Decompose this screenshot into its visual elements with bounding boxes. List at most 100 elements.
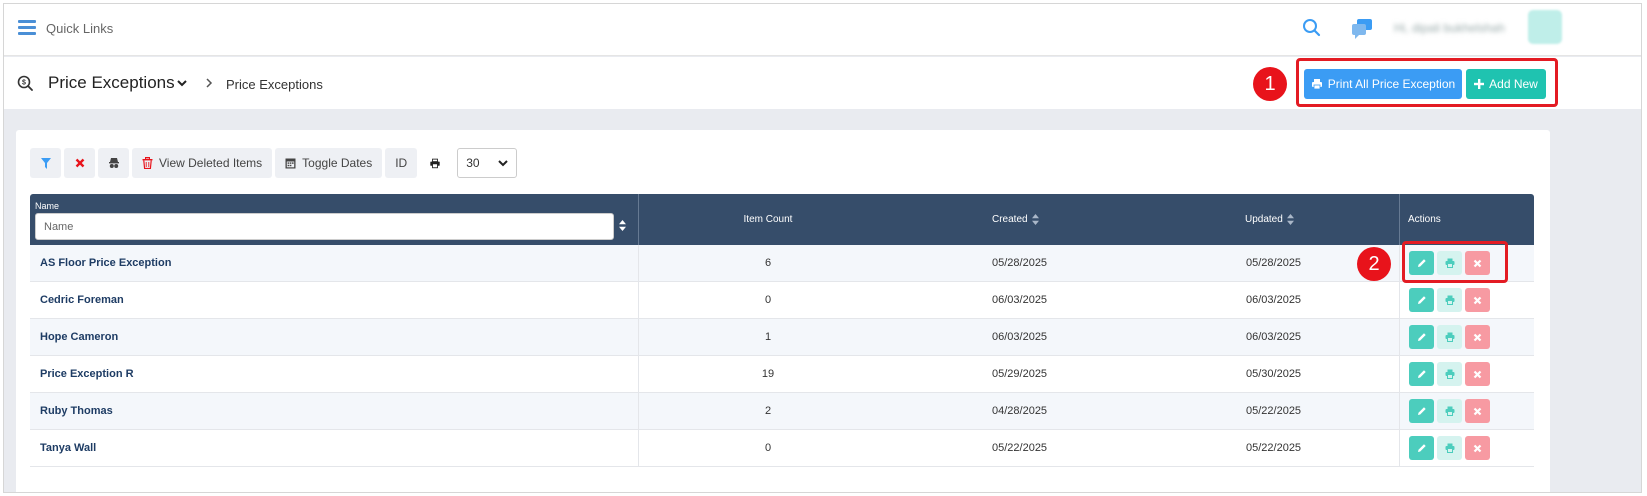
menu-icon[interactable] xyxy=(18,20,36,35)
filter-icon xyxy=(40,157,51,169)
column-header-updated[interactable]: Updated xyxy=(1245,194,1294,245)
print-button[interactable] xyxy=(420,148,450,178)
cell-name[interactable]: Ruby Thomas xyxy=(40,393,113,429)
cell-created: 06/03/2025 xyxy=(992,331,1048,343)
top-bar: Quick Links Hi, dipali bukhelshah xyxy=(4,4,1641,56)
filter-button[interactable] xyxy=(30,148,61,178)
svg-text:$: $ xyxy=(22,80,26,87)
user-name[interactable]: Hi, dipali bukhelshah xyxy=(1394,21,1505,35)
chevron-down-icon[interactable] xyxy=(176,77,188,89)
delete-button[interactable] xyxy=(1465,325,1490,349)
highlight-box-2 xyxy=(1402,241,1508,283)
cell-name[interactable]: Cedric Foreman xyxy=(40,282,124,318)
print-row-button[interactable] xyxy=(1437,399,1462,423)
delete-button[interactable] xyxy=(1465,362,1490,386)
print-icon xyxy=(1445,295,1454,305)
cell-created: 05/29/2025 xyxy=(992,368,1048,380)
chevron-down-icon xyxy=(498,159,508,166)
clear-filter-icon xyxy=(75,158,84,168)
sort-icon[interactable] xyxy=(619,220,626,231)
delete-button[interactable] xyxy=(1465,288,1490,312)
cell-item-count: 1 xyxy=(764,331,772,343)
toggle-dates-label: Toggle Dates xyxy=(302,156,373,170)
sort-icon xyxy=(1286,214,1294,225)
name-filter-input[interactable]: Name xyxy=(35,213,614,240)
edit-icon xyxy=(1417,444,1426,452)
delete-icon xyxy=(1473,444,1482,452)
table-row: Tanya Wall 0 05/22/2025 05/22/2025 xyxy=(30,430,1534,467)
cell-item-count: 0 xyxy=(764,442,772,454)
cell-item-count: 2 xyxy=(764,405,772,417)
print-icon xyxy=(1445,369,1454,379)
row-actions xyxy=(1409,282,1490,318)
add-new-button[interactable]: Add New xyxy=(1466,69,1546,99)
print-all-button[interactable]: Print All Price Exception xyxy=(1304,69,1462,99)
print-icon xyxy=(1311,79,1322,90)
cell-name[interactable]: Hope Cameron xyxy=(40,319,118,355)
page-title: Price Exceptions xyxy=(48,73,175,92)
price-tag-icon: $ xyxy=(17,75,33,91)
edit-button[interactable] xyxy=(1409,399,1434,423)
trash-icon xyxy=(142,157,153,169)
row-actions xyxy=(1409,430,1490,466)
search-icon[interactable] xyxy=(1302,18,1322,38)
add-new-label: Add New xyxy=(1489,77,1538,91)
edit-icon xyxy=(1417,296,1426,304)
column-header-actions: Actions xyxy=(1408,214,1441,225)
cell-updated: 05/22/2025 xyxy=(1246,442,1302,454)
cell-created: 05/28/2025 xyxy=(992,257,1048,269)
row-actions xyxy=(1409,356,1490,392)
toggle-dates-button[interactable]: Toggle Dates xyxy=(275,148,383,178)
edit-button[interactable] xyxy=(1409,362,1434,386)
clear-filter-button[interactable] xyxy=(64,148,95,178)
cell-name[interactable]: Tanya Wall xyxy=(40,430,96,466)
spy-icon xyxy=(108,158,119,168)
table-row: Cedric Foreman 0 06/03/2025 06/03/2025 xyxy=(30,282,1534,319)
avatar[interactable] xyxy=(1528,10,1562,44)
id-toggle-button[interactable]: ID xyxy=(385,148,418,178)
row-actions xyxy=(1409,393,1490,429)
cell-updated: 05/30/2025 xyxy=(1246,368,1302,380)
table-header: Name Name Item Count Created Updated Act… xyxy=(30,194,1534,245)
edit-button[interactable] xyxy=(1409,436,1434,460)
cell-item-count: 19 xyxy=(761,368,775,380)
column-header-created[interactable]: Created xyxy=(992,194,1039,245)
price-exceptions-table: Name Name Item Count Created Updated Act… xyxy=(30,194,1534,467)
edit-icon xyxy=(1417,333,1426,341)
spy-button[interactable] xyxy=(98,148,129,178)
delete-icon xyxy=(1473,407,1482,415)
edit-icon xyxy=(1417,407,1426,415)
page-size-select[interactable]: 30 xyxy=(457,148,518,178)
chat-icon[interactable] xyxy=(1350,16,1374,40)
edit-button[interactable] xyxy=(1409,325,1434,349)
cell-updated: 05/22/2025 xyxy=(1246,405,1302,417)
cell-item-count: 0 xyxy=(764,294,772,306)
calendar-icon xyxy=(285,158,296,169)
print-icon xyxy=(430,158,440,168)
sort-icon xyxy=(1031,214,1039,225)
callout-badge-1: 1 xyxy=(1253,67,1287,101)
view-deleted-button[interactable]: View Deleted Items xyxy=(132,148,273,178)
edit-icon xyxy=(1417,370,1426,378)
cell-created: 04/28/2025 xyxy=(992,405,1048,417)
print-icon xyxy=(1445,332,1454,342)
cell-name[interactable]: Price Exception R xyxy=(40,356,134,392)
plus-icon xyxy=(1474,79,1485,89)
breadcrumb[interactable]: Price Exceptions xyxy=(226,77,323,92)
print-icon xyxy=(1445,443,1454,453)
quick-links-link[interactable]: Quick Links xyxy=(46,21,113,36)
delete-button[interactable] xyxy=(1465,436,1490,460)
content-panel: View Deleted Items Toggle Dates ID 30 Na… xyxy=(16,130,1550,492)
cell-item-count: 6 xyxy=(764,257,772,269)
table-row: Hope Cameron 1 06/03/2025 06/03/2025 xyxy=(30,319,1534,356)
print-row-button[interactable] xyxy=(1437,362,1462,386)
print-row-button[interactable] xyxy=(1437,325,1462,349)
cell-name[interactable]: AS Floor Price Exception xyxy=(40,245,171,281)
delete-button[interactable] xyxy=(1465,399,1490,423)
edit-button[interactable] xyxy=(1409,288,1434,312)
print-row-button[interactable] xyxy=(1437,288,1462,312)
print-row-button[interactable] xyxy=(1437,436,1462,460)
delete-icon xyxy=(1473,370,1482,378)
table-body: AS Floor Price Exception 6 05/28/2025 05… xyxy=(30,245,1534,467)
app-window: Quick Links Hi, dipali bukhelshah $ Pric… xyxy=(3,3,1642,493)
